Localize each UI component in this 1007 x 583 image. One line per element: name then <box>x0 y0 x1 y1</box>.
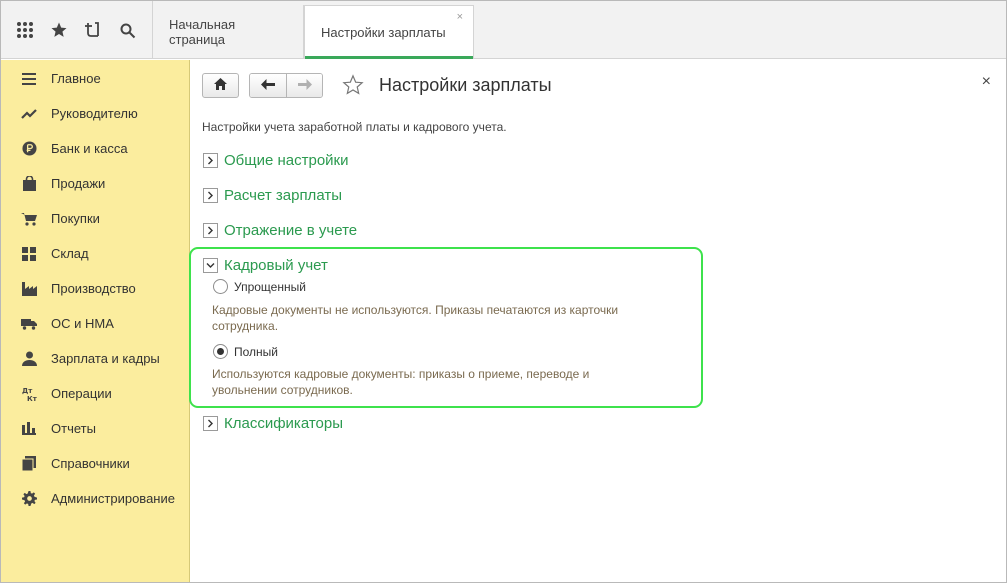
radio-simple-hint: Кадровые документы не используются. Прик… <box>212 303 619 333</box>
section-accounting[interactable]: Отражение в учете <box>203 222 357 239</box>
sidebar-item-main[interactable]: Главное <box>1 61 189 96</box>
bar-chart-icon <box>21 421 37 437</box>
page-title: Настройки зарплаты <box>379 74 552 95</box>
chevron-right-icon[interactable] <box>203 188 218 203</box>
tab-salary-settings[interactable]: Настройки зарплаты × <box>304 5 474 59</box>
nav-bar: Настройки зарплаты <box>202 72 552 98</box>
app-window: Начальная страница Настройки зарплаты × … <box>0 0 1007 583</box>
people-icon <box>21 351 37 367</box>
close-icon[interactable]: × <box>982 74 991 90</box>
sidebar-item-label: Администрирование <box>51 491 175 506</box>
tab-home[interactable]: Начальная страница <box>153 5 304 58</box>
radio-full-circle[interactable] <box>213 344 228 359</box>
arrow-right-icon <box>297 78 312 93</box>
star-icon[interactable] <box>45 16 73 44</box>
toolbar <box>1 1 153 59</box>
radio-simple[interactable]: Упрощенный <box>213 279 306 294</box>
sidebar-item-label: Главное <box>51 71 101 86</box>
section-hr-label[interactable]: Кадровый учет <box>224 257 328 274</box>
sidebar: Главное Руководителю Банк и касса Продаж… <box>1 60 190 582</box>
section-general[interactable]: Общие настройки <box>203 152 349 169</box>
favorite-star-icon[interactable] <box>341 73 365 97</box>
sidebar-item-label: Справочники <box>51 456 130 471</box>
sidebar-item-reports[interactable]: Отчеты <box>1 411 189 446</box>
arrow-left-icon <box>261 78 275 93</box>
chevron-right-icon[interactable] <box>203 416 218 431</box>
chevron-down-icon[interactable] <box>203 258 218 273</box>
main-panel: Настройки зарплаты × Настройки учета зар… <box>189 60 1006 582</box>
sidebar-item-label: Покупки <box>51 211 100 226</box>
cart-icon <box>21 211 37 227</box>
sidebar-item-salary-hr[interactable]: Зарплата и кадры <box>1 341 189 376</box>
sidebar-item-catalogs[interactable]: Справочники <box>1 446 189 481</box>
forward-button[interactable] <box>286 73 322 97</box>
sidebar-item-operations[interactable]: Дт Кт Операции <box>1 376 189 411</box>
debit-credit-icon: Дт Кт <box>21 386 37 402</box>
radio-simple-circle[interactable] <box>213 279 228 294</box>
section-payroll[interactable]: Расчет зарплаты <box>203 187 342 204</box>
sidebar-item-bank[interactable]: Банк и касса <box>1 131 189 166</box>
sidebar-item-label: Банк и касса <box>51 141 128 156</box>
section-classifiers-label[interactable]: Классификаторы <box>224 415 343 432</box>
sidebar-item-assets[interactable]: ОС и НМА <box>1 306 189 341</box>
chevron-right-icon[interactable] <box>203 223 218 238</box>
section-accounting-label[interactable]: Отражение в учете <box>224 222 357 239</box>
radio-full-label[interactable]: Полный <box>234 345 278 359</box>
sidebar-item-manager[interactable]: Руководителю <box>1 96 189 131</box>
sidebar-item-label: ОС и НМА <box>51 316 114 331</box>
section-hr[interactable]: Кадровый учет <box>203 257 328 274</box>
sidebar-item-admin[interactable]: Администрирование <box>1 481 189 516</box>
tab-strip: Начальная страница Настройки зарплаты × <box>153 5 474 59</box>
chevron-right-icon[interactable] <box>203 153 218 168</box>
tab-home-label: Начальная страница <box>169 16 236 47</box>
shopping-bag-icon <box>21 176 37 192</box>
search-icon[interactable] <box>113 16 141 44</box>
sidebar-item-label: Операции <box>51 386 112 401</box>
sidebar-item-label: Отчеты <box>51 421 96 436</box>
sidebar-item-label: Продажи <box>51 176 106 191</box>
home-icon <box>214 77 227 93</box>
sidebar-item-label: Производство <box>51 281 136 296</box>
radio-selected-dot <box>217 348 224 355</box>
menu-lines-icon <box>21 71 37 87</box>
radio-full-hint: Используются кадровые документы: приказы… <box>212 367 590 397</box>
section-general-label[interactable]: Общие настройки <box>224 152 349 169</box>
radio-full[interactable]: Полный <box>213 344 278 359</box>
page-description: Настройки учета заработной платы и кадро… <box>202 120 507 134</box>
books-icon <box>21 456 37 472</box>
top-bar: Начальная страница Настройки зарплаты × <box>1 1 1006 59</box>
section-classifiers[interactable]: Классификаторы <box>203 415 343 432</box>
radio-simple-label[interactable]: Упрощенный <box>234 280 306 294</box>
sidebar-item-warehouse[interactable]: Склад <box>1 236 189 271</box>
factory-icon <box>21 281 37 297</box>
sidebar-item-sales[interactable]: Продажи <box>1 166 189 201</box>
sidebar-item-label: Руководителю <box>51 106 138 121</box>
home-button[interactable] <box>202 72 239 98</box>
back-button[interactable] <box>250 73 286 97</box>
truck-icon <box>21 316 37 332</box>
sidebar-item-label: Склад <box>51 246 89 261</box>
tab-close-icon[interactable]: × <box>457 12 463 23</box>
trend-up-icon <box>21 106 37 122</box>
svg-text:Дт: Дт <box>22 387 33 395</box>
gear-icon <box>21 491 37 507</box>
sidebar-item-production[interactable]: Производство <box>1 271 189 306</box>
sidebar-item-purchases[interactable]: Покупки <box>1 201 189 236</box>
warehouse-grid-icon <box>21 246 37 262</box>
apps-grid-icon[interactable] <box>11 16 39 44</box>
svg-text:Кт: Кт <box>27 395 37 401</box>
history-icon[interactable] <box>79 16 107 44</box>
history-nav <box>249 72 323 98</box>
sidebar-item-label: Зарплата и кадры <box>51 351 160 366</box>
tab-salary-settings-label: Настройки зарплаты <box>321 25 446 40</box>
section-payroll-label[interactable]: Расчет зарплаты <box>224 187 342 204</box>
ruble-coin-icon <box>21 141 37 157</box>
